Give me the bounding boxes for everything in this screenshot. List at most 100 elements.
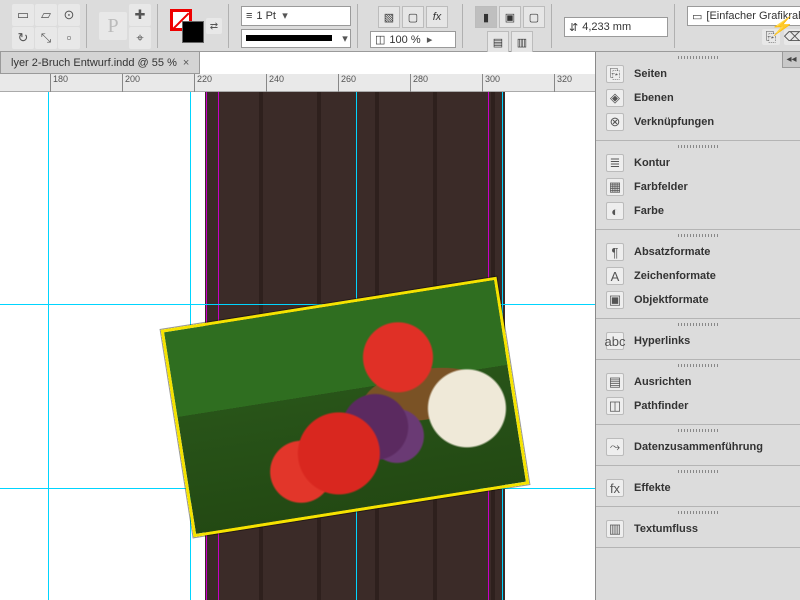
panel-item-farbe[interactable]: ◐Farbe [596,199,800,223]
scale-icon[interactable]: ⤡ [35,27,57,49]
panel-item-label: Kontur [634,157,670,169]
anchor-tool-icon[interactable]: ⌖ [129,27,151,49]
panel-group: ⤳Datenzusammenführung [596,425,800,466]
main-area: lyer 2-Bruch Entwurf.indd @ 55 % × 18020… [0,52,800,600]
quick-apply-icon[interactable]: ⚡ [770,16,792,37]
stroke-style-field[interactable]: ▾ [241,29,351,49]
close-icon[interactable]: × [183,57,189,69]
canvas[interactable] [0,92,595,600]
wrap-next-icon[interactable]: ▥ [511,31,533,53]
stroke-controls: ≡ 1 Pt ▾ ▾ [235,4,358,48]
effekte-icon: fx [606,479,624,497]
panel-item-farbfelder[interactable]: ▦ Farbfelder [596,175,800,199]
direct-select-icon[interactable]: ▱ [35,4,57,26]
panel-item-label: Datenzusammenführung [634,441,763,453]
zeichenformate-icon: A [606,267,624,285]
wrap-bounding-icon[interactable]: ▣ [499,6,521,28]
ruler-tick: 220 [194,74,212,92]
rotate-icon[interactable]: ↻ [12,27,34,49]
stroke-preview-icon [246,35,332,41]
swap-swatch-icon[interactable]: ⇄ [206,18,222,34]
chevron-down-icon: ▾ [340,32,350,45]
effects-controls: ▧ ▢ fx ◫ 100 % ▸ [364,4,463,48]
panel-item-ausrichten[interactable]: ▤ Ausrichten [596,370,800,394]
panel-group: fx Effekte [596,466,800,507]
ruler-tick: 180 [50,74,68,92]
hyperlinks-icon: abc [606,332,624,350]
document-tab[interactable]: lyer 2-Bruch Entwurf.indd @ 55 % × [0,52,200,74]
panel-group: ≣ Kontur ▦ Farbfelder ◐Farbe [596,141,800,230]
opacity-value: 100 % [389,34,420,46]
panel-item-label: Objektformate [634,294,709,306]
wrap-jump-icon[interactable]: ▤ [487,31,509,53]
panel-item-hyperlinks[interactable]: abc Hyperlinks [596,329,800,353]
panel-group: ▤ Ausrichten ◫Pathfinder [596,360,800,425]
control-toolbar: ▭ ▱ ⊙ ↻ ⤡ ▫ P ✚ ⌖ ⇄ ≡ 1 Pt ▾ ▾ [0,0,800,52]
kontur-icon: ≣ [606,154,624,172]
panel-item-label: Absatzformate [634,246,710,258]
panel-item-effekte[interactable]: fx Effekte [596,476,800,500]
panel-item-label: Ausrichten [634,376,691,388]
seiten-icon: ⎘ [606,65,624,83]
link-tool-icon[interactable]: ✚ [129,4,151,26]
panel-group: ▥ Textumfluss [596,507,800,548]
panel-item-label: Pathfinder [634,400,688,412]
panel-item-label: Effekte [634,482,671,494]
page-tool-icon[interactable]: ▫ [58,27,80,49]
panel-group: ⎘Seiten◈Ebenen⊗Verknüpfungen [596,52,800,141]
horizontal-ruler[interactable]: 180200220240260280300320 [0,74,595,92]
panel-item-seiten[interactable]: ⎘Seiten [596,62,800,86]
document-tab-title: lyer 2-Bruch Entwurf.indd @ 55 % [11,57,177,69]
content-grabber-icon[interactable]: ⊙ [58,4,80,26]
fill-stroke-swatch[interactable] [170,9,204,43]
ausrichten-icon: ▤ [606,373,624,391]
ruler-tick: 260 [338,74,356,92]
stroke-weight-value: 1 Pt [256,10,276,22]
stroke-weight-icon: ≡ [246,10,252,22]
panel-item-label: Zeichenformate [634,270,716,282]
panel-item-textumfluss[interactable]: ▥ Textumfluss [596,517,800,541]
feather-icon[interactable]: ▢ [402,6,424,28]
farbfelder-icon: ▦ [606,178,624,196]
panel-item-zeichenformate[interactable]: A Zeichenformate [596,264,800,288]
ebenen-icon: ◈ [606,89,624,107]
ruler-tick: 300 [482,74,500,92]
panel-group: abc Hyperlinks [596,319,800,360]
verknüpfungen-icon: ⊗ [606,113,624,131]
document-pane: lyer 2-Bruch Entwurf.indd @ 55 % × 18020… [0,52,595,600]
panel-item-datenzusammenführung[interactable]: ⤳Datenzusammenführung [596,435,800,459]
panel-item-verknüpfungen[interactable]: ⊗Verknüpfungen [596,110,800,134]
fx-icon[interactable]: fx [426,6,448,28]
panel-item-label: Farbfelder [634,181,688,193]
selection-tools: ▭ ▱ ⊙ ↻ ⤡ ▫ [6,4,87,48]
guide-horizontal[interactable] [0,304,595,305]
chevron-down-icon: ▸ [425,33,435,46]
panel-group: ¶Absatzformate A Zeichenformate ▣ Objektform… [596,230,800,319]
stroke-weight-field[interactable]: ≡ 1 Pt ▾ [241,6,351,26]
ruler-tick: 320 [554,74,572,92]
textumfluss-icon: ▥ [606,520,624,538]
drop-shadow-icon[interactable]: ▧ [378,6,400,28]
frame-style-icon: ▭ [692,10,702,23]
gap-control: ⇵ 4,233 mm [558,4,675,48]
panel-item-label: Hyperlinks [634,335,690,347]
opacity-field[interactable]: ◫ 100 % ▸ [370,31,456,48]
panel-item-kontur[interactable]: ≣ Kontur [596,151,800,175]
selection-tool-icon[interactable]: ▭ [12,4,34,26]
panel-item-ebenen[interactable]: ◈Ebenen [596,86,800,110]
objektformate-icon: ▣ [606,291,624,309]
panel-item-label: Textumfluss [634,523,698,535]
gap-field[interactable]: ⇵ 4,233 mm [564,17,668,37]
fill-swatch-icon [182,21,204,43]
wrap-shape-icon[interactable]: ▢ [523,6,545,28]
panel-item-objektformate[interactable]: ▣ Objektformate [596,288,800,312]
guide-vertical[interactable] [48,92,49,600]
collapse-panels-icon[interactable]: ◂◂ [782,52,800,68]
wrap-none-icon[interactable]: ▮ [475,6,497,28]
panel-item-pathfinder[interactable]: ◫Pathfinder [596,394,800,418]
gap-value: 4,233 mm [582,21,631,33]
panel-item-absatzformate[interactable]: ¶Absatzformate [596,240,800,264]
type-tool-icon[interactable]: P [99,12,127,40]
panel-dock: ◂◂ ⎘Seiten◈Ebenen⊗Verknüpfungen ≣ Kontur ▦ F… [595,52,800,600]
ruler-tick: 280 [410,74,428,92]
